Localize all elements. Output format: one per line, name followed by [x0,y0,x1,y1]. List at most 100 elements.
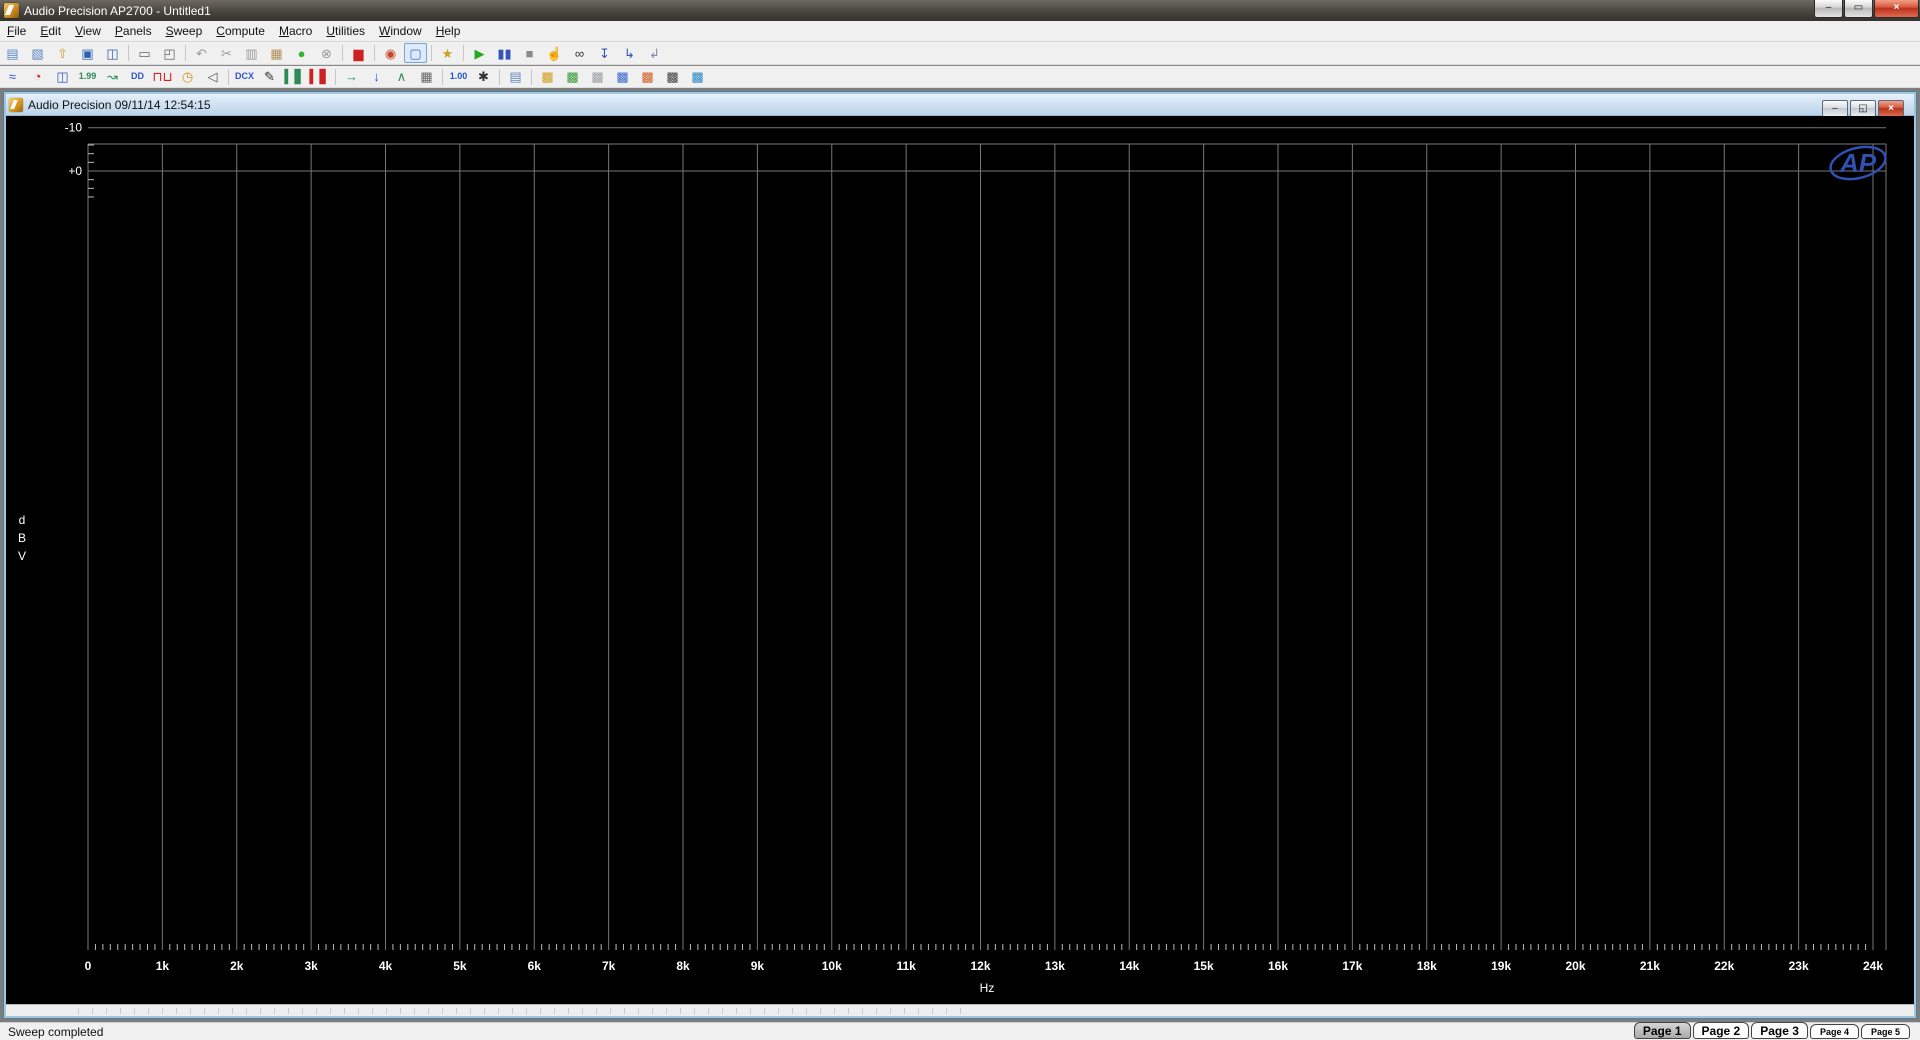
settling-panel-icon[interactable]: ◷ [176,67,199,87]
tab-page-5[interactable]: Page 5 [1860,1024,1910,1039]
save-test-icon[interactable]: ▣ [76,43,99,63]
data-editor-panel-icon[interactable]: ▦ [415,67,438,87]
switcher-panel-icon[interactable]: ⊓⊔ [151,67,174,87]
minimize-button[interactable]: – [1814,0,1843,18]
document-restore-button[interactable]: ◱ [1850,100,1876,117]
macro-editor-icon[interactable]: ▤ [504,67,527,87]
x-tick-label: 23k [1789,959,1809,973]
x-tick-label: 15k [1194,959,1214,973]
wizard-icon[interactable]: ★ [436,43,459,63]
menu-help[interactable]: Help [429,22,468,40]
stop-hand-icon[interactable]: ☝ [543,43,566,63]
page-tabs: Page 1 Page 2 Page 3 Page 4 Page 5 [1632,1022,1910,1039]
document-caption-buttons: – ◱ × [1822,100,1904,117]
bar-graph-red-icon[interactable]: ▍▋ [308,67,331,87]
cut-icon[interactable]: ✂ [215,43,238,63]
y-tick-label: +0 [68,164,82,178]
toolbar-separator [335,68,336,85]
x-tick-label: 6k [528,959,542,973]
toolbar-separator [185,45,186,61]
new-test-icon[interactable]: ▤ [1,43,24,63]
copy-icon[interactable]: ▥ [240,43,263,63]
graph-horizontal-scrollbar[interactable] [6,1004,1914,1016]
menu-edit[interactable]: Edit [33,22,68,40]
toolbar-standard: ▤ ▧ ⇧ ▣ ◫ ▭ ◰ ↶ ✂ ▥ ▦ ● ⊗ ▆ ◉ ▢ ★ ▶ ▮▮ ■ ☝ ∞ ↧ ↳ ↲ [0,42,1920,65]
graph-panel-icon[interactable]: ∧ [390,67,413,87]
append-data-icon[interactable]: ↧ [593,43,616,63]
preset-panel-4-icon[interactable]: ▩ [611,67,634,87]
y-tick-label: -10 [65,121,83,135]
sweep-stop-icon[interactable]: ■ [518,43,541,63]
x-tick-label: 12k [970,959,990,973]
print-icon[interactable]: ▭ [133,43,156,63]
analog-analyzer-panel-icon[interactable]: ≈ [1,67,24,87]
digital-io-panel-icon[interactable]: DD [126,67,149,87]
window-caption-buttons: – ▭ × [1814,0,1920,18]
x-tick-label: 3k [304,959,318,973]
go-online-icon[interactable]: ● [290,43,313,63]
preset-panel-5-icon[interactable]: ▩ [636,67,659,87]
preset-panel-7-icon[interactable]: ▩ [686,67,709,87]
speaker-monitor-panel-icon[interactable]: ◁ [201,67,224,87]
tab-page-3[interactable]: Page 3 [1751,1022,1808,1039]
window-titlebar[interactable]: Audio Precision AP2700 - Untitled1 [0,0,1920,21]
menu-view[interactable]: View [68,22,108,40]
tab-page-2[interactable]: Page 2 [1692,1022,1750,1039]
digital-generator-panel-icon[interactable]: 1.99 [76,67,99,87]
menu-macro[interactable]: Macro [272,22,319,40]
paste-icon[interactable]: ▦ [265,43,288,63]
sweep-start-icon[interactable]: ▶ [468,43,491,63]
sweep-panel-icon[interactable]: ↝ [101,67,124,87]
sweep-pause-icon[interactable]: ▮▮ [493,43,516,63]
document-minimize-button[interactable]: – [1822,100,1848,117]
mdi-workspace: Audio Precision 09/11/14 12:54:15 – ◱ × … [0,88,1920,1022]
preset-panel-1-icon[interactable]: ▩ [536,67,559,87]
preset-panel-6-icon[interactable]: ▩ [661,67,684,87]
dcx-panel-icon[interactable]: DCX [233,67,256,87]
analog-generator-panel-icon[interactable]: ◔ [26,67,49,87]
goto-settling-icon[interactable]: ↲ [643,43,666,63]
y-axis-label: V [18,549,26,563]
operate-mode-icon[interactable]: ▢ [404,43,427,63]
new-data-icon[interactable]: ▧ [26,43,49,63]
maximize-button[interactable]: ▭ [1844,0,1873,18]
data-to-sweep-icon[interactable]: → [340,67,363,87]
open-test-icon[interactable]: ⇧ [51,43,74,63]
import-data-icon[interactable]: ↓ [365,67,388,87]
toolbar-panels: ≈ ◔ ◫ 1.99 ↝ DD ⊓⊔ ◷ ◁ DCX ✎ ▍▋ ▍▋ → ↓ ∧ ▦ 1.00 ✱ ▤ ▩ ▩ ▩ ▩ ▩ ▩ ▩ [0,66,1920,88]
save-all-icon[interactable]: ◫ [101,43,124,63]
status-message: Sweep completed [8,1024,104,1039]
menu-sweep[interactable]: Sweep [159,22,210,40]
preset-panel-2-icon[interactable]: ▩ [561,67,584,87]
digital-analyzer-panel-icon[interactable]: ◫ [51,67,74,87]
document-close-button[interactable]: × [1878,100,1904,117]
close-button[interactable]: × [1874,0,1919,18]
abort-icon[interactable]: ⊗ [315,43,338,63]
bits-panel-icon[interactable]: 1.00 [447,67,470,87]
menu-bar: File Edit View Panels Sweep Compute Macro Utili… [0,21,1920,42]
spectrum-plot[interactable]: +0-10-20-30-40-50-60-70-80-90-100-110-12… [6,116,1914,1000]
goto-sweep-icon[interactable]: ↳ [618,43,641,63]
print-preview-icon[interactable]: ◰ [158,43,181,63]
multitone-panel-icon[interactable]: ✱ [472,67,495,87]
panel-bar-graph-icon[interactable]: ▆ [347,43,370,63]
menu-file[interactable]: File [0,22,33,40]
tab-page-4[interactable]: Page 4 [1809,1024,1859,1039]
menu-utilities[interactable]: Utilities [319,22,372,40]
monitor-glasses-icon[interactable]: ∞ [568,43,591,63]
regulation-panel-icon[interactable]: ✎ [258,67,281,87]
tab-page-1[interactable]: Page 1 [1633,1022,1691,1039]
toolbar-separator [431,45,432,61]
preset-panel-3-icon[interactable]: ▩ [586,67,609,87]
menu-panels[interactable]: Panels [108,22,159,40]
bar-graph-green-icon[interactable]: ▍▋ [283,67,306,87]
undo-icon[interactable]: ↶ [190,43,213,63]
menu-window[interactable]: Window [372,22,429,40]
menu-compute[interactable]: Compute [209,22,272,40]
toolbar-separator [228,68,229,85]
learn-mode-icon[interactable]: ◉ [379,43,402,63]
x-tick-label: 17k [1342,959,1362,973]
x-tick-label: 24k [1863,959,1883,973]
toolbar-separator [442,68,443,85]
document-titlebar[interactable]: Audio Precision 09/11/14 12:54:15 [6,94,1914,116]
